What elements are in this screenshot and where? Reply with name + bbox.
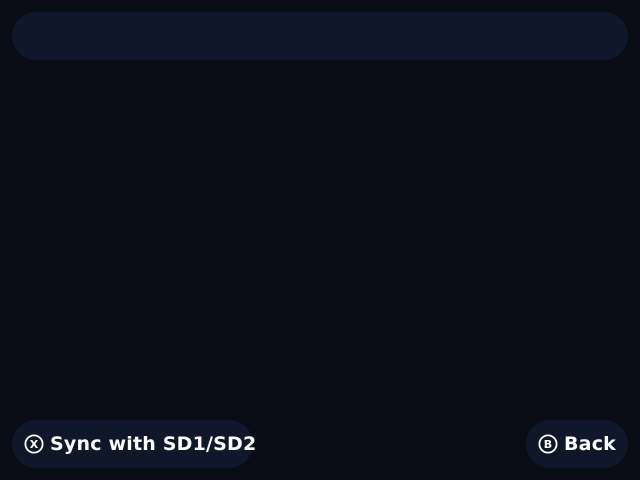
screen: X Sync with SD1/SD2 B Back (0, 0, 640, 480)
svg-text:B: B (544, 438, 552, 451)
top-bar (12, 12, 628, 60)
svg-text:X: X (30, 438, 39, 451)
back-button-label: Back (564, 433, 617, 455)
b-button-icon: B (538, 434, 558, 454)
sync-button-label: Sync with SD1/SD2 (50, 433, 257, 455)
x-button-icon: X (24, 434, 44, 454)
back-button[interactable]: B Back (526, 420, 628, 468)
content-area (12, 72, 628, 408)
sync-button[interactable]: X Sync with SD1/SD2 (12, 420, 257, 468)
